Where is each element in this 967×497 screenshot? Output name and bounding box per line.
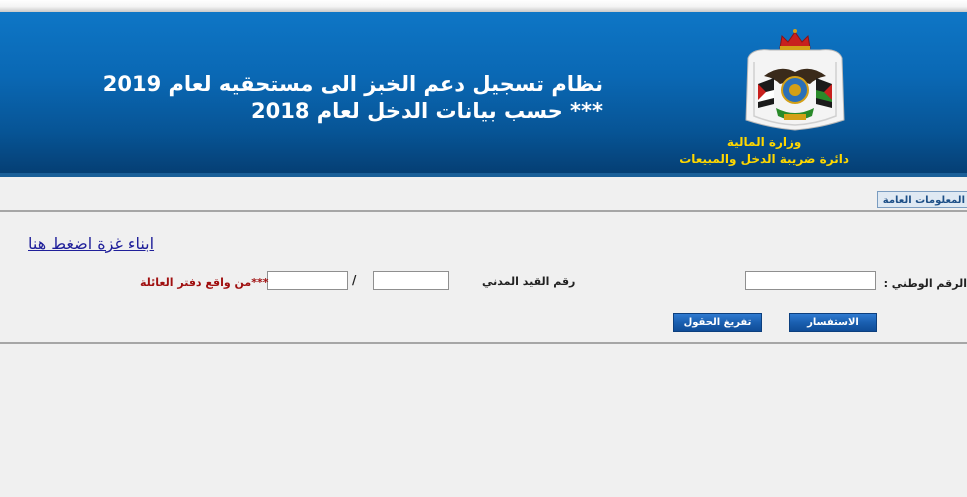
- section-divider-bottom: [0, 342, 967, 344]
- tab-general-info[interactable]: المعلومات العامة: [877, 191, 967, 208]
- page-title-line2: *** حسب بيانات الدخل لعام 2018: [250, 99, 603, 123]
- top-strip: [0, 0, 967, 12]
- civil-record-office-input[interactable]: [267, 271, 348, 290]
- jordan-coat-of-arms-icon: [745, 29, 845, 131]
- civil-record-label: رقم القيد المدني: [482, 275, 576, 288]
- clear-fields-button[interactable]: تفريغ الحقول: [673, 313, 762, 332]
- national-id-label: الرقم الوطني :: [883, 277, 967, 290]
- gaza-sons-link[interactable]: ابناء غزة اضغط هنا: [28, 234, 154, 253]
- civil-record-number-input[interactable]: [373, 271, 449, 290]
- page-title-line1: نظام تسجيل دعم الخبز الى مستحقيه لعام 20…: [102, 72, 603, 96]
- banner-bottom-border: [0, 173, 967, 177]
- department-name: دائرة ضريبة الدخل والمبيعات: [679, 152, 849, 166]
- family-book-note: ***من واقع دفتر العائلة: [140, 276, 269, 289]
- inquiry-button[interactable]: الاستفسار: [789, 313, 877, 332]
- ministry-caption: وزارة المالية دائرة ضريبة الدخل والمبيعا…: [679, 134, 849, 168]
- national-id-input[interactable]: [745, 271, 876, 290]
- civil-record-slash: /: [352, 273, 357, 287]
- section-divider-top: [0, 210, 967, 212]
- ministry-name: وزارة المالية: [726, 135, 802, 149]
